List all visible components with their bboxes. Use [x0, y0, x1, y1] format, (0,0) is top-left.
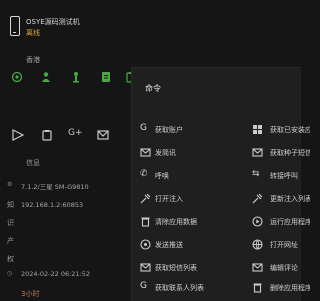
push-icon — [140, 239, 151, 250]
command-label[interactable]: 编辑评论 — [270, 263, 310, 273]
vertical-label: 识 — [7, 219, 14, 227]
region-label: 香港 — [26, 56, 40, 64]
command-row[interactable]: 发简讯 获取种子短信 — [132, 145, 310, 162]
trash-icon — [140, 216, 151, 227]
mail-icon — [140, 262, 151, 273]
device-name: OSYE源码测试机 — [26, 18, 80, 26]
inject-icon — [140, 193, 151, 204]
mail-icon[interactable] — [96, 128, 110, 142]
command-label[interactable]: 呼唤 — [155, 171, 235, 181]
person-pin-icon[interactable] — [70, 71, 82, 83]
mail-icon — [252, 262, 263, 273]
clock-icon: ◷ — [7, 270, 13, 277]
command-label[interactable]: 发送推送 — [155, 240, 235, 250]
trash-icon — [252, 282, 263, 293]
command-label[interactable]: 获取联系人列表 — [155, 283, 235, 293]
device-status: 离线 — [26, 29, 40, 37]
vertical-label: 产 — [7, 237, 14, 245]
command-label[interactable]: 打开网址 — [270, 240, 310, 250]
play-icon — [252, 216, 263, 227]
command-panel: 命令 G 获取账户 获取已安装应用 发简讯 获取种子短信 ✆ 呼唤 ⇆ 转接呼叫… — [131, 67, 310, 301]
command-label[interactable]: 更新注入列表 — [270, 194, 310, 204]
command-label[interactable]: 获取短信列表 — [155, 263, 235, 273]
command-row[interactable]: G 获取联系人列表 删除应用程序 — [132, 280, 310, 297]
info-heading: 信息 — [26, 159, 40, 167]
command-row[interactable]: 发送推送 打开网址 — [132, 237, 301, 254]
command-row[interactable]: 清除应用数据 运行应用程序 — [132, 214, 310, 231]
command-row[interactable]: ✆ 呼唤 ⇆ 转接呼叫 — [132, 168, 301, 185]
gear-icon: ⚙ — [7, 181, 13, 188]
grid-icon — [252, 124, 263, 135]
ip-info: 192.168.1.2:60853 — [21, 201, 84, 209]
google-icon: G — [140, 123, 147, 133]
phone-forward-icon: ⇆ — [252, 169, 260, 179]
command-label[interactable]: 删除应用程序 — [270, 283, 310, 293]
panel-title: 命令 — [145, 84, 161, 93]
status-badge: 3小时 — [21, 290, 40, 298]
command-row[interactable]: 获取短信列表 编辑评论 — [132, 260, 301, 277]
command-row[interactable]: 打开注入 更新注入列表 — [132, 191, 310, 208]
google-plus-icon[interactable]: G+ — [68, 128, 83, 142]
command-label[interactable]: 获取种子短信 — [270, 148, 310, 158]
command-label[interactable]: 发简讯 — [155, 148, 235, 158]
send-icon[interactable] — [11, 128, 25, 142]
vertical-label: 知 — [7, 201, 14, 209]
command-label[interactable]: 清除应用数据 — [155, 217, 235, 227]
person-icon[interactable] — [40, 71, 52, 83]
target-icon[interactable] — [11, 71, 23, 83]
mail-icon — [140, 147, 151, 158]
phone-icon: ✆ — [140, 169, 148, 179]
time-info: 2024-02-22 06:21:52 — [21, 270, 91, 278]
command-label[interactable]: 获取已安装应用 — [270, 125, 310, 135]
clipboard-icon[interactable] — [40, 128, 54, 142]
command-row[interactable]: G 获取账户 获取已安装应用 — [132, 122, 310, 139]
command-label[interactable]: 打开注入 — [155, 194, 235, 204]
file-icon[interactable] — [100, 71, 112, 83]
command-label[interactable]: 获取账户 — [155, 125, 235, 135]
vertical-label: 权 — [7, 255, 14, 263]
phone-icon — [10, 16, 20, 36]
command-label[interactable]: 转接呼叫 — [270, 171, 310, 181]
command-label[interactable]: 运行应用程序 — [270, 217, 310, 227]
globe-icon — [252, 239, 263, 250]
google-icon: G — [140, 281, 147, 291]
mail-icon — [252, 147, 263, 158]
inject-icon — [252, 193, 263, 204]
os-info: 7.1.2/三星 SM-G9810 — [21, 183, 89, 191]
